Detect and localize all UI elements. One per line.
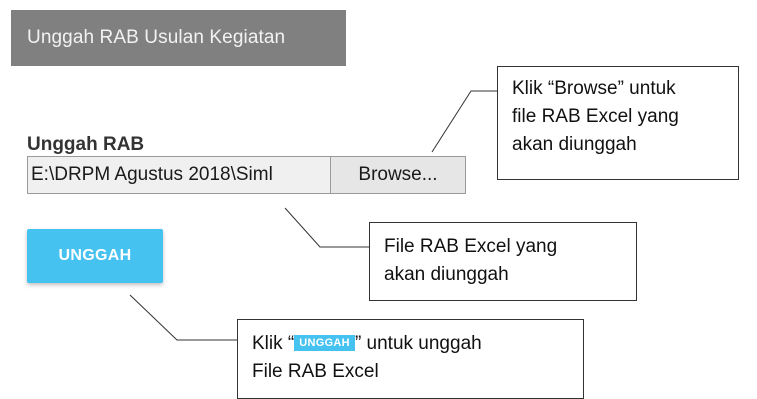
callout-upload-line-2: File RAB Excel [252,361,379,382]
callout-upload-prefix: Klik “ [252,333,295,354]
upload-badge-icon: UNGGAH [294,335,355,351]
callout-upload-suffix: ” untuk unggah [354,333,482,354]
upload-leader-line [129,294,237,341]
callout-browse-line-2: file RAB Excel yang [512,106,679,127]
callout-browse-line-1: Klik “Browse” untuk [512,78,676,99]
callout-browse: Klik “Browse” untuk file RAB Excel yang … [497,66,739,180]
callout-browse-line-3: akan diunggah [512,134,637,155]
callout-file-line-2: akan diunggah [384,264,509,285]
callout-file-line-1: File RAB Excel yang [384,236,558,257]
callout-upload: Klik “UNGGAH” untuk unggah File RAB Exce… [237,319,584,399]
browse-leader-line [431,90,497,153]
callout-upload-line-1: Klik “UNGGAH” untuk unggah [252,330,569,358]
file-leader-line [284,207,369,248]
callout-file: File RAB Excel yang akan diunggah [369,222,637,301]
